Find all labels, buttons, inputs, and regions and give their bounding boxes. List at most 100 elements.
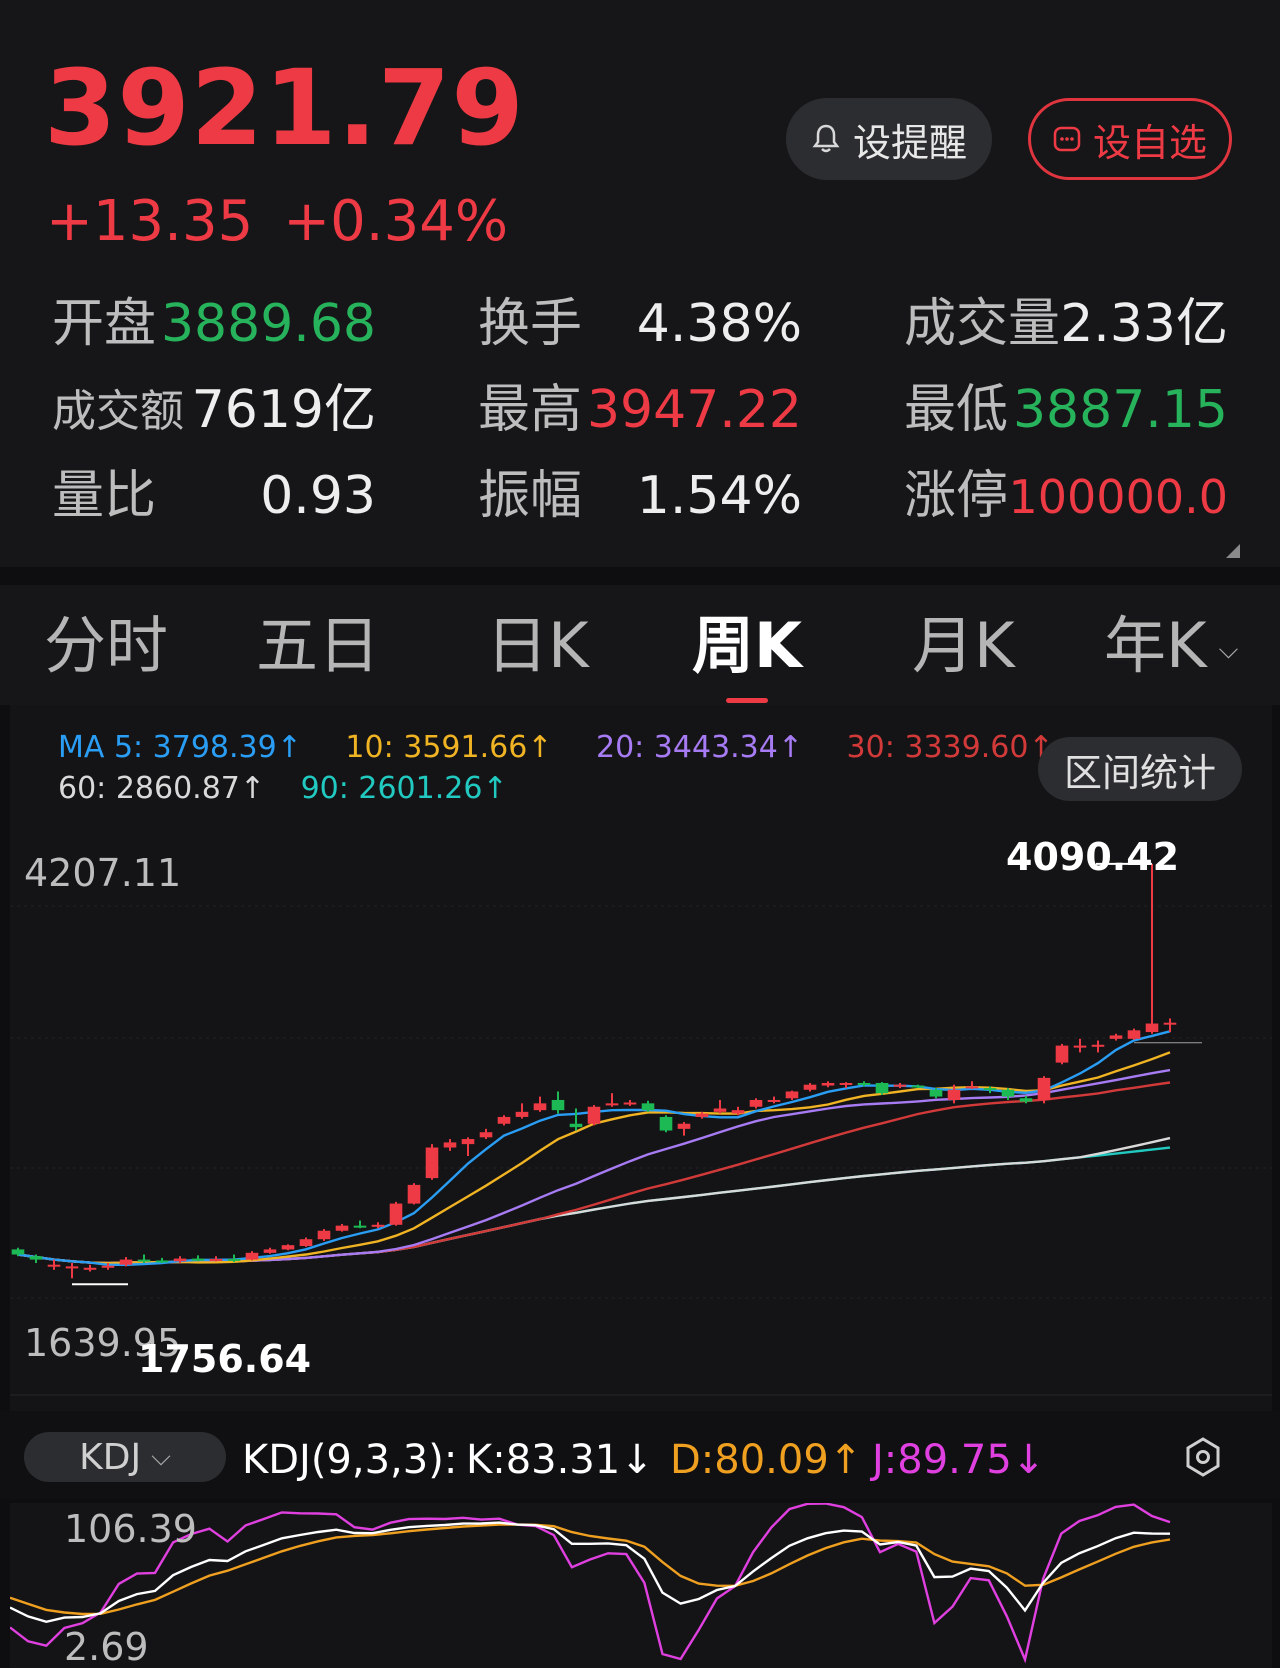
stat-value: 4.38% <box>636 294 802 354</box>
stat-value: 1.54% <box>636 466 802 526</box>
candle-body <box>659 1116 673 1131</box>
set-alert-button[interactable]: 设提醒 <box>786 98 992 180</box>
expand-corner-icon[interactable] <box>1226 544 1240 558</box>
candle-body <box>767 1099 781 1102</box>
stat-label: 振幅 <box>478 466 583 526</box>
candle-body <box>677 1123 691 1129</box>
candle-body <box>371 1224 385 1227</box>
candle-body <box>983 1088 997 1091</box>
stat-value: 0.93 <box>260 466 376 526</box>
candle-body <box>857 1082 871 1085</box>
ma60-value: 60: 2860.87↑ <box>58 771 266 806</box>
candle-body <box>137 1259 151 1262</box>
candle-body <box>497 1116 511 1124</box>
candle-body <box>47 1264 61 1267</box>
ma90-value: 90: 2601.26↑ <box>300 771 508 806</box>
indicator-selector[interactable]: KDJ ⌵ <box>24 1432 226 1482</box>
candle-body <box>965 1086 979 1089</box>
stat-value: 3887.15 <box>1012 380 1228 440</box>
candle-body <box>821 1082 835 1086</box>
candle-body <box>1073 1045 1087 1048</box>
low-marker-label: 1756.64 <box>138 1337 312 1381</box>
candle-body <box>389 1203 403 1225</box>
quote-header: 3921.79 +13.35 +0.34% 设提醒 设自选 开盘 3889.68 … <box>0 0 1280 567</box>
candle-body <box>1145 1023 1159 1033</box>
change-value: +13.35 <box>46 189 254 254</box>
candle-body <box>281 1245 295 1250</box>
tab-yearly-k-label: 年K <box>1104 609 1207 682</box>
candle-body <box>443 1142 457 1148</box>
candle-body <box>1109 1035 1123 1039</box>
kline-chart <box>10 862 1272 1396</box>
kdj-params: KDJ(9,3,3): <box>242 1437 458 1483</box>
candle-body <box>839 1082 853 1085</box>
tab-daily-k[interactable]: 日K <box>486 615 589 677</box>
stat-value: 3947.22 <box>586 380 802 440</box>
candle-body <box>1127 1030 1141 1039</box>
stat-value: 3889.68 <box>160 294 376 354</box>
candle-body <box>1019 1098 1033 1102</box>
stat-label: 量比 <box>52 466 157 526</box>
stat-label: 开盘 <box>52 294 157 354</box>
tab-monthly-k[interactable]: 月K <box>912 615 1015 677</box>
kdj-j-value: J:89.75↓ <box>872 1437 1046 1483</box>
candle-body <box>173 1258 187 1262</box>
candle-body <box>29 1256 43 1260</box>
change-percent: +0.34% <box>283 189 509 254</box>
kdj-axis-bottom: 2.69 <box>64 1625 149 1668</box>
add-favorite-label: 设自选 <box>1092 120 1207 165</box>
tab-five-day[interactable]: 五日 <box>256 615 380 677</box>
tab-weekly-k[interactable]: 周K <box>692 615 802 677</box>
stat-label: 成交额 <box>52 386 184 437</box>
candle-body <box>479 1132 493 1138</box>
candle-body <box>65 1266 79 1269</box>
add-favorite-button[interactable]: 设自选 <box>1028 98 1232 180</box>
stat-value: 2.33亿 <box>1060 294 1228 354</box>
range-stats-button[interactable]: 区间统计 <box>1038 737 1242 801</box>
stat-label: 成交量 <box>904 294 1061 354</box>
candle-body <box>83 1267 97 1270</box>
ma60-line <box>17 1136 1171 1265</box>
candle-body <box>1163 1022 1177 1025</box>
candle-body <box>623 1102 637 1105</box>
candle-body <box>1091 1044 1105 1047</box>
tab-intraday[interactable]: 分时 <box>44 615 168 677</box>
set-alert-label: 设提醒 <box>852 120 967 165</box>
stat-value: 7619亿 <box>191 380 376 440</box>
ma10-line <box>17 1051 1171 1265</box>
kdj-d-value: D:80.09↑ <box>670 1437 863 1483</box>
candle-body <box>425 1147 439 1179</box>
candle-body <box>227 1258 241 1261</box>
candle-body <box>749 1099 763 1107</box>
candle-body <box>317 1230 331 1240</box>
stat-label: 最高 <box>478 380 583 440</box>
ma10-value: 10: 3591.66↑ <box>345 730 553 765</box>
stat-label: 最低 <box>904 380 1009 440</box>
ma-legend-row-2: 60: 2860.87↑ 90: 2601.26↑ <box>58 774 508 804</box>
candle-body <box>263 1249 277 1253</box>
stat-label: 涨停 <box>904 466 1009 526</box>
settings-icon[interactable] <box>1184 1436 1222 1478</box>
candle-body <box>245 1252 259 1260</box>
candle-body <box>191 1258 205 1261</box>
high-marker-label: 4090.42 <box>1006 835 1180 879</box>
kdj-chart <box>10 1503 1171 1664</box>
kdj-axis-top: 106.39 <box>64 1507 197 1551</box>
candle-body <box>515 1111 529 1117</box>
ma5-value: MA 5: 3798.39↑ <box>58 730 302 765</box>
candle-body <box>407 1184 421 1204</box>
ma5-line <box>17 1030 1171 1266</box>
add-favorite-icon <box>1053 126 1081 152</box>
candle-body <box>785 1091 799 1099</box>
candle-body <box>911 1085 925 1088</box>
candle-body <box>299 1239 313 1247</box>
candle-body <box>893 1084 907 1087</box>
tab-yearly-k[interactable]: 年K ⌵ <box>1104 615 1238 677</box>
active-tab-indicator <box>726 698 768 703</box>
ma20-value: 20: 3443.34↑ <box>595 730 803 765</box>
candle-body <box>695 1113 709 1117</box>
candle-body <box>947 1089 961 1100</box>
candle-body <box>155 1260 169 1263</box>
bell-icon <box>812 124 840 153</box>
ma30-value: 30: 3339.60↑ <box>846 730 1054 765</box>
